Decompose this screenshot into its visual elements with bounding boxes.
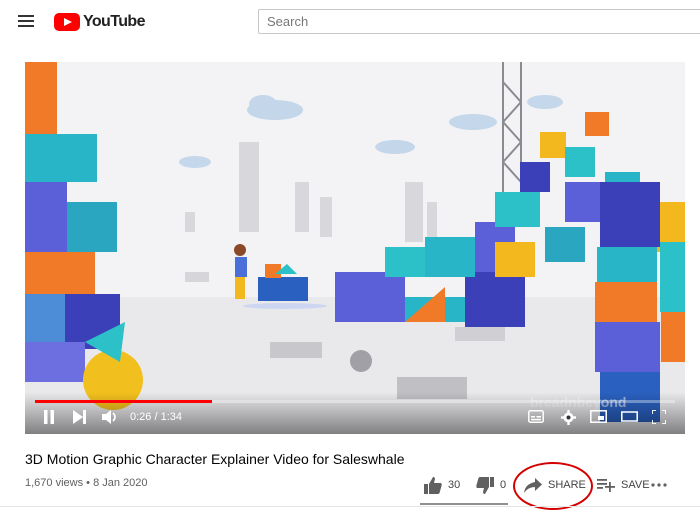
meta-separator: • bbox=[86, 477, 91, 489]
dislike-count: 0 bbox=[500, 479, 507, 491]
subtitles-icon[interactable] bbox=[528, 410, 544, 428]
view-count: 1,670 views bbox=[25, 477, 84, 489]
more-horizontal-icon bbox=[651, 483, 667, 487]
player-controls: 0:26 / 1:34 bbox=[25, 392, 685, 434]
sentiment-bar bbox=[420, 503, 508, 505]
youtube-play-badge-icon bbox=[54, 13, 80, 31]
upload-date: 8 Jan 2020 bbox=[93, 477, 148, 489]
thumbs-up-icon bbox=[424, 476, 442, 494]
like-button[interactable]: 30 bbox=[424, 474, 460, 496]
pause-icon[interactable] bbox=[43, 410, 55, 429]
logo-text: YouTube bbox=[83, 13, 145, 30]
playlist-add-icon bbox=[597, 479, 615, 492]
share-highlight-annotation bbox=[513, 462, 593, 510]
top-bar: YouTube bbox=[0, 0, 700, 44]
save-button[interactable]: SAVE bbox=[597, 474, 650, 496]
video-title: 3D Motion Graphic Character Explainer Vi… bbox=[25, 451, 405, 467]
youtube-logo[interactable]: YouTube bbox=[54, 12, 145, 32]
time-display: 0:26 / 1:34 bbox=[130, 411, 182, 423]
video-meta: 1,670 views • 8 Jan 2020 bbox=[25, 477, 148, 489]
progress-bar[interactable] bbox=[35, 400, 675, 403]
info-divider bbox=[0, 506, 700, 507]
settings-gear-icon[interactable] bbox=[561, 410, 576, 430]
next-icon[interactable] bbox=[73, 410, 86, 429]
dislike-button[interactable]: 0 bbox=[476, 474, 506, 496]
theater-mode-icon[interactable] bbox=[621, 410, 638, 428]
fullscreen-icon[interactable] bbox=[651, 409, 667, 429]
like-count: 30 bbox=[448, 479, 461, 491]
thumbs-down-icon bbox=[476, 476, 494, 494]
search-input[interactable] bbox=[258, 9, 700, 34]
hamburger-menu-icon[interactable] bbox=[18, 15, 34, 27]
progress-fill bbox=[35, 400, 213, 403]
save-label: SAVE bbox=[621, 479, 650, 491]
volume-icon[interactable] bbox=[102, 410, 118, 429]
video-player[interactable]: breadnbeyond 0:26 / 1:34 bbox=[25, 62, 685, 434]
more-actions-button[interactable] bbox=[651, 474, 673, 496]
video-frame-scene bbox=[25, 62, 685, 434]
miniplayer-icon[interactable] bbox=[590, 410, 607, 428]
